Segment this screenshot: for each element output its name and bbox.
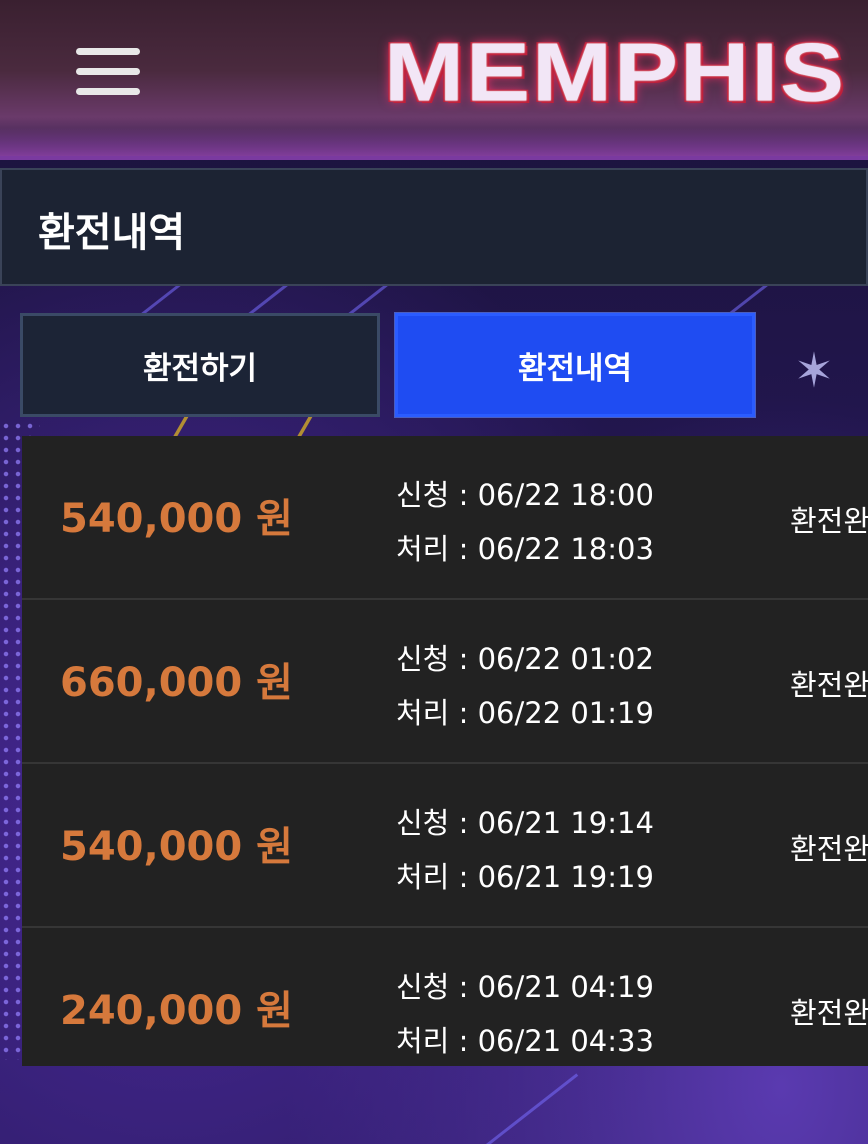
- list-item[interactable]: 540,000 원 신청 : 06/22 18:00 처리 : 06/22 18…: [22, 436, 868, 600]
- request-time: 신청 : 06/21 19:14: [396, 806, 654, 840]
- site-header: MEMPHIS: [0, 0, 868, 160]
- processed-time: 처리 : 06/21 19:19: [396, 860, 654, 894]
- tab-exchange[interactable]: 환전하기: [20, 313, 380, 417]
- list-item[interactable]: 240,000 원 신청 : 06/21 04:19 처리 : 06/21 04…: [22, 928, 868, 1092]
- exchange-amount: 540,000 원: [60, 496, 293, 542]
- exchange-amount: 540,000 원: [60, 824, 293, 870]
- hamburger-menu-icon[interactable]: [76, 48, 140, 96]
- request-time: 신청 : 06/22 18:00: [396, 478, 654, 512]
- page-title: 환전내역: [38, 210, 186, 256]
- processed-time: 처리 : 06/22 18:03: [396, 532, 654, 566]
- sparkle-icon: ✶: [793, 343, 835, 399]
- request-time: 신청 : 06/22 01:02: [396, 642, 654, 676]
- status-label: 환전완료: [790, 668, 868, 702]
- status-label: 환전완료: [790, 996, 868, 1030]
- processed-time: 처리 : 06/21 04:33: [396, 1024, 654, 1058]
- tab-exchange-label: 환전하기: [142, 350, 258, 387]
- page-title-bar: 환전내역: [0, 168, 868, 286]
- status-label: 환전완료: [790, 504, 868, 538]
- exchange-history-list: 540,000 원 신청 : 06/22 18:00 처리 : 06/22 18…: [22, 436, 868, 1066]
- list-item[interactable]: 660,000 원 신청 : 06/22 01:02 처리 : 06/22 01…: [22, 600, 868, 764]
- exchange-amount: 660,000 원: [60, 660, 293, 706]
- tab-exchange-history-label: 환전내역: [517, 350, 633, 387]
- exchange-amount: 240,000 원: [60, 988, 293, 1034]
- tab-exchange-history[interactable]: 환전내역: [395, 313, 755, 417]
- status-label: 환전완료: [790, 832, 868, 866]
- memphis-logo[interactable]: MEMPHIS: [384, 26, 844, 121]
- request-time: 신청 : 06/21 04:19: [396, 970, 654, 1004]
- list-item[interactable]: 540,000 원 신청 : 06/21 19:14 처리 : 06/21 19…: [22, 764, 868, 928]
- processed-time: 처리 : 06/22 01:19: [396, 696, 654, 730]
